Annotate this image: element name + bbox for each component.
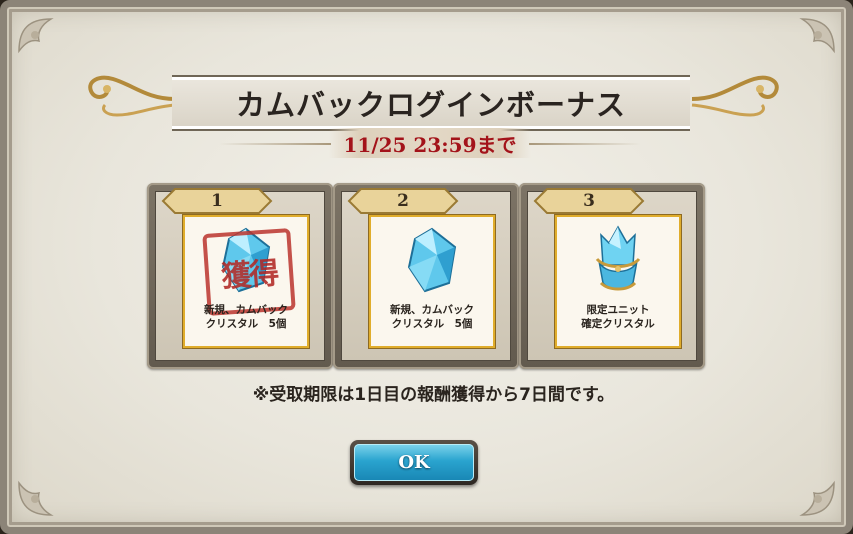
corner-ornament-icon <box>11 11 75 75</box>
title-flourish-right-icon <box>690 65 790 129</box>
reward-box: 新規、カムバック クリスタル 5個 <box>369 215 495 348</box>
reward-label-line1: 新規、カムバック <box>390 304 474 316</box>
day-tag: 2 <box>347 187 459 215</box>
ok-button-face[interactable]: OK <box>354 444 474 481</box>
crystal-icon <box>397 225 467 295</box>
day-tag: 1 <box>161 187 273 215</box>
divider <box>529 143 641 145</box>
reward-label: 新規、カムバック クリスタル 5個 <box>371 303 493 331</box>
divider <box>219 143 331 145</box>
expiry-notice: ※受取期限は1日目の報酬獲得から7日間です。 <box>252 385 615 405</box>
reward-card-day-3: 3 限定ユニット 確定クリスタル <box>519 183 705 369</box>
ok-button-label: OK <box>398 452 430 473</box>
title-banner: カムバックログインボーナス <box>172 75 690 131</box>
ok-button[interactable]: OK <box>350 440 478 485</box>
reward-card-day-2: 2 新規、カムバック クリスタル 5個 <box>333 183 519 369</box>
dialog-title: カムバックログインボーナス <box>235 88 626 122</box>
reward-label: 限定ユニット 確定クリスタル <box>557 303 679 331</box>
reward-box: 限定ユニット 確定クリスタル <box>555 215 681 348</box>
deadline-text: 11/25 23:59まで <box>343 132 517 157</box>
reward-label-line1: 新規、カムバック <box>204 304 288 316</box>
corner-ornament-icon <box>11 459 75 523</box>
reward-label-line2: 確定クリスタル <box>581 318 655 330</box>
reward-label-line2: クリスタル 5個 <box>205 318 287 330</box>
reward-box: 獲得 新規、カムバック クリスタル 5個 <box>183 215 309 348</box>
day-tag: 3 <box>533 187 645 215</box>
corner-ornament-icon <box>778 459 842 523</box>
reward-label-line1: 限定ユニット <box>586 304 650 316</box>
login-bonus-dialog: カムバックログインボーナス 11/25 23:59まで 1 獲得 新規、カムバッ… <box>0 0 853 534</box>
limited-crystal-icon <box>583 225 653 295</box>
day-number: 2 <box>397 191 409 211</box>
reward-label: 新規、カムバック クリスタル 5個 <box>185 303 307 331</box>
day-number: 1 <box>211 191 223 211</box>
day-number: 3 <box>583 191 595 211</box>
reward-card-day-1: 1 獲得 新規、カムバック クリスタル 5個 <box>147 183 333 369</box>
reward-label-line2: クリスタル 5個 <box>391 318 473 330</box>
deadline-banner: 11/25 23:59まで <box>329 128 531 158</box>
title-flourish-left-icon <box>77 65 177 129</box>
